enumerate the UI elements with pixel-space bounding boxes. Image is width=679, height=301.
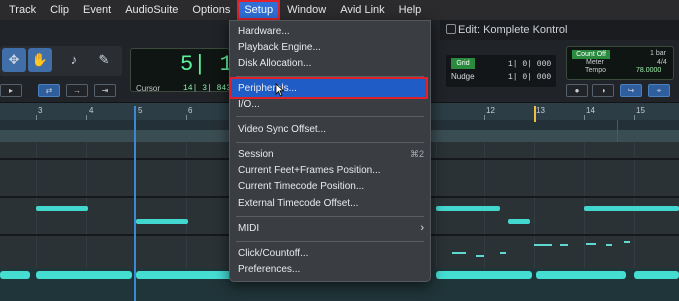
edit-window-title: Edit: Komplete Kontrol: [458, 24, 568, 36]
play-mode-button[interactable]: ▸: [0, 84, 22, 97]
grid-value[interactable]: 1| 0| 000: [508, 60, 551, 69]
midi-note[interactable]: [584, 206, 679, 211]
meter-label: Meter: [586, 59, 604, 66]
midi-note[interactable]: [436, 271, 532, 279]
ruler-bar-number: 12: [486, 106, 495, 115]
midi-note[interactable]: [36, 271, 132, 279]
ruler-bar-number: 4: [89, 106, 94, 115]
loop-button[interactable]: ↪: [620, 84, 642, 97]
midi-note[interactable]: [534, 244, 552, 246]
midi-note[interactable]: [436, 206, 500, 211]
menu-separator: [236, 76, 424, 77]
midi-note[interactable]: [586, 243, 596, 245]
ruler-bar-number: 15: [636, 106, 645, 115]
menu-clip[interactable]: Clip: [43, 0, 76, 20]
midi-note[interactable]: [536, 271, 626, 279]
menu-event[interactable]: Event: [76, 0, 118, 20]
nudge-label: Nudge: [451, 72, 475, 81]
midi-note[interactable]: [606, 244, 612, 246]
menu-options[interactable]: Options: [185, 0, 237, 20]
tempo-value[interactable]: 78.0000: [636, 67, 661, 74]
menu-track[interactable]: Track: [0, 0, 43, 20]
link-timeline-button[interactable]: ⇄: [38, 84, 60, 97]
menu-item-external-timecode-offset[interactable]: External Timecode Offset...: [238, 196, 424, 211]
record-mode-button[interactable]: ●: [566, 84, 588, 97]
midi-note[interactable]: [452, 252, 466, 254]
midi-note[interactable]: [0, 271, 30, 279]
menu-setup[interactable]: Setup: [237, 0, 281, 20]
tempo-ruler-button[interactable]: ⌖: [648, 84, 670, 97]
menu-avid-link[interactable]: Avid Link: [333, 0, 391, 20]
grid-button[interactable]: Grid: [451, 58, 475, 69]
tempo-label: Tempo: [585, 67, 607, 74]
menu-item-midi[interactable]: MIDI ›: [238, 221, 424, 236]
menu-item-io[interactable]: I/O...: [238, 97, 424, 112]
midi-note[interactable]: [634, 271, 679, 279]
menu-item-hardware[interactable]: Hardware...: [238, 24, 424, 39]
count-off-button[interactable]: Count Off: [572, 50, 610, 59]
menu-help[interactable]: Help: [392, 0, 429, 20]
speaker-icon[interactable]: ♪: [62, 48, 86, 72]
menu-item-click-countoff[interactable]: Click/Countoff...: [238, 246, 424, 261]
midi-note[interactable]: [500, 252, 506, 254]
menu-item-playback-engine[interactable]: Playback Engine...: [238, 40, 424, 55]
wait-for-note-button[interactable]: ◑: [592, 84, 614, 97]
ruler-bar-number: 3: [38, 106, 43, 115]
submenu-arrow-icon: ›: [420, 222, 424, 234]
edit-cursor-marker[interactable]: [534, 106, 536, 122]
nudge-value[interactable]: 1| 0| 000: [508, 73, 551, 82]
menu-separator: [236, 241, 424, 242]
menu-window[interactable]: Window: [280, 0, 333, 20]
midi-note[interactable]: [624, 241, 630, 243]
menu-item-current-feet-frames[interactable]: Current Feet+Frames Position...: [238, 163, 424, 178]
midi-note[interactable]: [136, 271, 232, 279]
session-shortcut: ⌘2: [409, 149, 424, 159]
ruler-bar-number: 6: [188, 106, 193, 115]
ruler-bar-number: 14: [586, 106, 595, 115]
menu-item-current-timecode[interactable]: Current Timecode Position...: [238, 179, 424, 194]
mirror-midi-button[interactable]: ⇥: [94, 84, 116, 97]
mouse-pointer-icon: [275, 83, 285, 97]
ruler-bar-number: 5: [138, 106, 143, 115]
meter-value[interactable]: 4/4: [657, 59, 667, 66]
tab-to-transient-button[interactable]: →: [66, 84, 88, 97]
cursor-value: 14| 3| 843: [183, 84, 232, 93]
menu-separator: [236, 116, 424, 117]
count-off-bars: 1 bar: [650, 50, 666, 57]
midi-note[interactable]: [476, 255, 484, 257]
menu-separator: [236, 142, 424, 143]
smart-tool-icon[interactable]: ✥: [2, 48, 26, 72]
midi-note[interactable]: [36, 206, 88, 211]
playhead[interactable]: [134, 106, 136, 301]
pro-tools-window: Track Clip Event AudioSuite Options Setu…: [0, 0, 679, 301]
window-icon: [446, 24, 456, 34]
menu-item-session[interactable]: Session ⌘2: [238, 147, 424, 162]
menu-item-video-sync-offset[interactable]: Video Sync Offset...: [238, 122, 424, 137]
menu-bar: Track Clip Event AudioSuite Options Setu…: [0, 0, 679, 20]
menu-item-preferences[interactable]: Preferences...: [238, 262, 424, 277]
menu-separator: [236, 216, 424, 217]
cursor-label: Cursor: [136, 84, 161, 93]
grabber-tool-icon[interactable]: ✋: [28, 48, 52, 72]
menu-item-peripherals[interactable]: Peripherals...: [238, 81, 424, 96]
midi-note[interactable]: [508, 219, 530, 224]
pencil-tool-icon[interactable]: ✎: [92, 48, 116, 72]
midi-note[interactable]: [136, 219, 188, 224]
midi-note[interactable]: [560, 244, 568, 246]
ruler-bar-number: 13: [536, 106, 545, 115]
menu-item-disk-allocation[interactable]: Disk Allocation...: [238, 56, 424, 71]
menu-audiosuite[interactable]: AudioSuite: [118, 0, 185, 20]
